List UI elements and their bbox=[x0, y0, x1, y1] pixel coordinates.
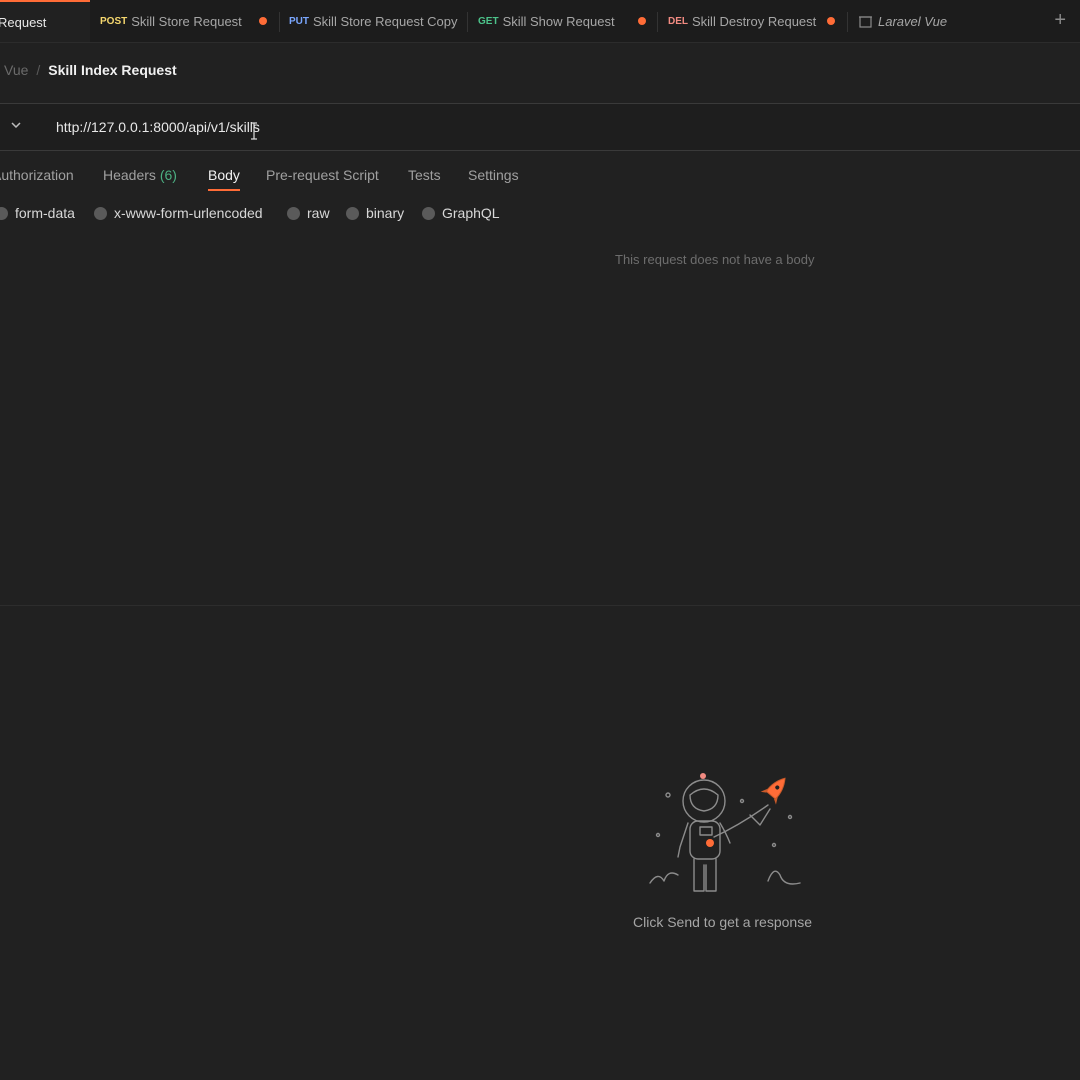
body-type-label: GraphQL bbox=[442, 205, 500, 221]
body-type-binary[interactable]: binary bbox=[346, 205, 404, 221]
tab-settings[interactable]: Settings bbox=[468, 167, 519, 183]
breadcrumb-collection[interactable]: l Vue bbox=[0, 62, 28, 78]
tab-divider bbox=[279, 12, 280, 32]
active-tab-indicator bbox=[208, 189, 240, 191]
tab-label: Skill Store Request Copy bbox=[313, 13, 458, 29]
tab-divider bbox=[657, 12, 658, 32]
tab-headers[interactable]: Headers (6) bbox=[103, 167, 177, 183]
collection-icon bbox=[859, 15, 872, 28]
send-hint-message: Click Send to get a response bbox=[633, 914, 812, 930]
tab-label: Skill Show Request bbox=[502, 13, 615, 29]
tab-method-post: POST bbox=[100, 15, 128, 27]
text-cursor-icon bbox=[251, 122, 257, 140]
body-type-graphql[interactable]: GraphQL bbox=[422, 205, 500, 221]
tab-skill-show-request[interactable]: GET Skill Show Request bbox=[478, 0, 615, 42]
tab-laravel-vue-collection[interactable]: Laravel Vue bbox=[858, 0, 947, 42]
radio-icon bbox=[422, 206, 435, 220]
radio-icon bbox=[346, 206, 359, 220]
tab-prerequest-script[interactable]: Pre-request Script bbox=[266, 167, 379, 183]
headers-count: (6) bbox=[159, 167, 177, 183]
new-tab-plus-icon[interactable]: + bbox=[1054, 9, 1066, 32]
body-type-raw[interactable]: raw bbox=[287, 205, 330, 221]
tab-skill-destroy-request[interactable]: DEL Skill Destroy Request bbox=[668, 0, 816, 42]
radio-icon bbox=[0, 206, 8, 220]
tab-authorization[interactable]: Authorization bbox=[0, 167, 74, 183]
unsaved-dot-icon bbox=[638, 17, 646, 25]
tab-method-del: DEL bbox=[668, 15, 688, 27]
unsaved-dot-icon bbox=[259, 17, 267, 25]
tab-body[interactable]: Body bbox=[208, 167, 240, 183]
chevron-down-icon[interactable] bbox=[10, 119, 22, 131]
tab-label: Laravel Vue bbox=[878, 13, 948, 29]
breadcrumb-separator: / bbox=[36, 62, 41, 78]
tab-label: Request bbox=[0, 14, 47, 30]
tab-method-get: GET bbox=[478, 15, 499, 27]
empty-body-message: This request does not have a body bbox=[615, 252, 815, 267]
tab-skill-store-request-copy[interactable]: PUT Skill Store Request Copy bbox=[289, 0, 458, 42]
astronaut-rocket-illustration-icon bbox=[649, 773, 801, 892]
request-tab-bar: Request POST Skill Store Request PUT Ski… bbox=[0, 0, 1080, 43]
tab-skill-store-request[interactable]: POST Skill Store Request bbox=[100, 0, 242, 42]
body-type-form-data[interactable]: form-data bbox=[0, 205, 75, 221]
tab-skill-index-request[interactable]: Request bbox=[0, 0, 90, 42]
tab-tests[interactable]: Tests bbox=[408, 167, 441, 183]
unsaved-dot-icon bbox=[827, 17, 835, 25]
tab-divider bbox=[847, 12, 848, 32]
body-type-label: x-www-form-urlencoded bbox=[114, 205, 263, 221]
body-type-label: binary bbox=[366, 205, 405, 221]
request-response-divider[interactable] bbox=[0, 605, 1080, 606]
breadcrumb: l Vue / Skill Index Request bbox=[0, 60, 177, 80]
tab-headers-label: Headers bbox=[103, 167, 156, 183]
radio-icon bbox=[94, 206, 107, 220]
tab-divider bbox=[467, 12, 468, 32]
tab-label: Skill Store Request bbox=[131, 13, 242, 29]
radio-icon bbox=[287, 206, 300, 220]
body-type-label: raw bbox=[307, 205, 330, 221]
url-input[interactable] bbox=[44, 112, 968, 142]
tab-method-put: PUT bbox=[289, 15, 309, 27]
body-type-label: form-data bbox=[15, 205, 75, 221]
tab-label: Skill Destroy Request bbox=[692, 13, 817, 29]
url-bar bbox=[0, 103, 1080, 151]
body-type-urlencoded[interactable]: x-www-form-urlencoded bbox=[94, 205, 263, 221]
request-name[interactable]: Skill Index Request bbox=[48, 62, 176, 78]
